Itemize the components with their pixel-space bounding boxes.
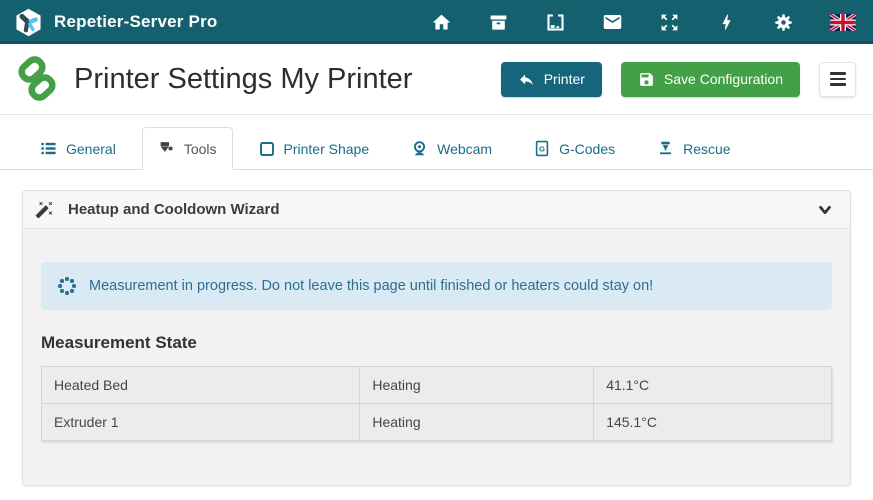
spinner-icon (58, 277, 76, 295)
app-logo-icon (13, 7, 44, 38)
back-arrow-icon (518, 71, 535, 88)
navbar-icons (431, 12, 858, 33)
brand-name: Repetier-Server Pro (54, 12, 217, 32)
back-to-printer-button[interactable]: Printer (501, 62, 602, 97)
magic-wand-icon (35, 200, 54, 219)
tab-label: Webcam (437, 141, 492, 157)
gcode-file-icon: G (534, 140, 550, 157)
heater-state: Heating (360, 404, 594, 441)
measurement-progress-alert: Measurement in progress. Do not leave th… (41, 262, 832, 310)
save-button-label: Save Configuration (664, 71, 783, 87)
chevron-down-icon (816, 201, 834, 219)
language-flag-uk-icon[interactable] (830, 12, 856, 33)
panel-header-toggle[interactable]: Heatup and Cooldown Wizard (23, 191, 850, 229)
save-configuration-button[interactable]: Save Configuration (621, 62, 800, 97)
tab-rescue[interactable]: Rescue (641, 127, 746, 170)
extruder-tool-icon (158, 140, 175, 157)
connection-chain-icon (13, 56, 59, 102)
tab-label: General (66, 141, 116, 157)
tab-label: G-Codes (559, 141, 615, 157)
tab-tools[interactable]: Tools (142, 127, 233, 170)
top-navbar: Repetier-Server Pro (0, 0, 873, 44)
tab-general[interactable]: General (24, 127, 132, 170)
save-icon (638, 71, 655, 88)
measurement-state-heading: Measurement State (41, 333, 832, 353)
queue-box-icon[interactable] (488, 12, 509, 33)
tab-label: Tools (184, 141, 217, 157)
more-menu-button[interactable] (819, 62, 856, 97)
heatup-cooldown-wizard-panel: Heatup and Cooldown Wizard Measurement i… (22, 190, 851, 486)
list-icon (40, 140, 57, 157)
home-icon[interactable] (431, 12, 452, 33)
heater-name: Extruder 1 (42, 404, 360, 441)
panel-body: Measurement in progress. Do not leave th… (23, 229, 850, 441)
header-buttons: Printer Save Configuration (501, 62, 856, 97)
measurement-state-table: Heated Bed Heating 41.1°C Extruder 1 Hea… (41, 366, 832, 441)
messages-icon[interactable] (602, 12, 623, 33)
global-settings-gear-icon[interactable] (773, 12, 794, 33)
page-header: Printer Settings My Printer Printer Save… (0, 44, 873, 115)
measurement-row-extruder-1: Extruder 1 Heating 145.1°C (42, 404, 832, 441)
heater-name: Heated Bed (42, 367, 360, 404)
hamburger-icon (830, 72, 846, 75)
settings-tabs: General Tools Printer Shape Webcam G G-C… (0, 127, 873, 170)
page-title: Printer Settings My Printer (74, 63, 412, 96)
power-bolt-icon[interactable] (716, 12, 737, 33)
webcam-icon (411, 140, 428, 157)
printer-frame-icon[interactable] (545, 12, 566, 33)
svg-text:G: G (539, 145, 545, 154)
tab-gcodes[interactable]: G G-Codes (518, 127, 631, 170)
tab-printer-shape[interactable]: Printer Shape (243, 128, 386, 170)
tab-webcam[interactable]: Webcam (395, 127, 508, 170)
shape-square-icon (259, 141, 275, 157)
heater-temperature: 145.1°C (594, 404, 832, 441)
rescue-nozzle-icon (657, 140, 674, 157)
tab-label: Printer Shape (284, 141, 370, 157)
tab-label: Rescue (683, 141, 730, 157)
measurement-row-heated-bed: Heated Bed Heating 41.1°C (42, 367, 832, 404)
heater-temperature: 41.1°C (594, 367, 832, 404)
fullscreen-icon[interactable] (659, 12, 680, 33)
brand[interactable]: Repetier-Server Pro (13, 7, 217, 38)
heater-state: Heating (360, 367, 594, 404)
alert-text: Measurement in progress. Do not leave th… (89, 278, 653, 294)
panel-title: Heatup and Cooldown Wizard (68, 201, 280, 218)
back-button-label: Printer (544, 71, 585, 87)
